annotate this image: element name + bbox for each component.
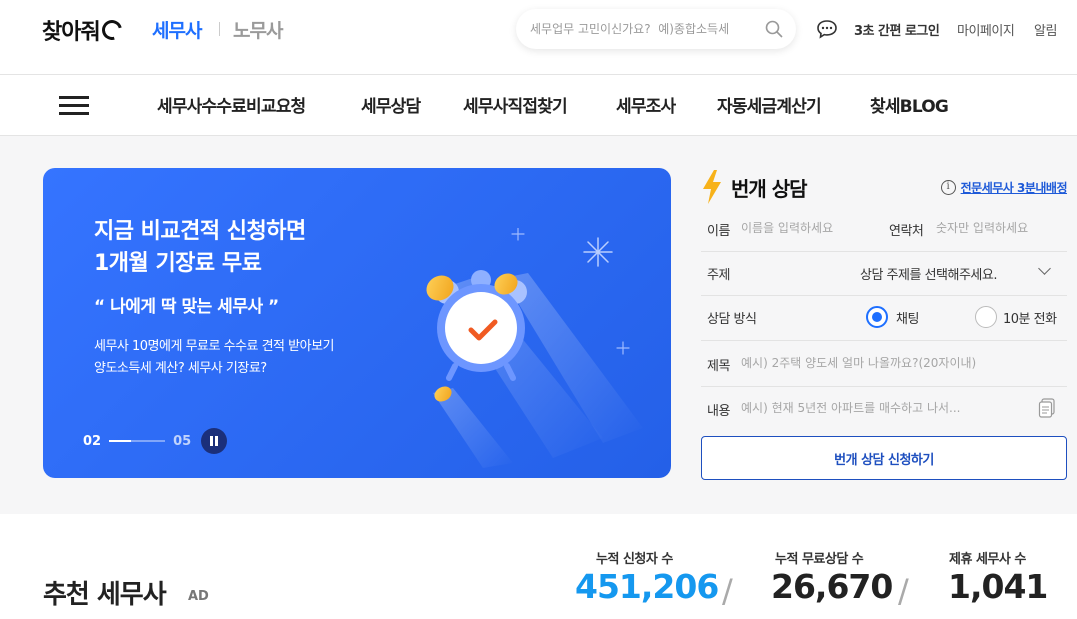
banner-desc-line2: 양도소득세 계산? 세무사 기장료?	[94, 361, 267, 376]
name-input[interactable]	[741, 218, 881, 238]
consult-info-label: 전문세무사 3분내배정	[960, 181, 1068, 195]
quick-login-link[interactable]: 3초 간편 로그인	[854, 20, 940, 39]
tab-labor-attorney[interactable]: 노무사	[233, 16, 283, 43]
banner-description: 세무사 10명에게 무료로 수수료 견적 받아보기 양도소득세 계산? 세무사 …	[94, 336, 334, 380]
header: 찾아줘 세무사 노무사 3초 간편 로그인 마이페이지 알림	[0, 0, 1077, 75]
consult-info-link[interactable]: i 전문세무사 3분내배정	[940, 179, 1068, 196]
method-label: 상담 방식	[707, 312, 757, 327]
contact-input[interactable]	[936, 218, 1061, 238]
stat-applicants-value: 451,206	[575, 567, 719, 606]
stat-consults-value: 26,670	[771, 567, 893, 606]
logo[interactable]: 찾아줘	[42, 14, 126, 46]
nav-item-fee-compare[interactable]: 세무사수수료비교요청	[157, 92, 306, 117]
banner-title-line2: 1개월 기장료 무료	[94, 251, 262, 276]
main-nav: 세무사수수료비교요청 세무상담 세무사직접찾기 세무조사 자동세금계산기 찾세B…	[0, 75, 1077, 136]
topic-label: 주제	[707, 268, 730, 283]
chevron-down-icon	[1038, 262, 1051, 275]
stat-consults-label: 누적 무료상담 수	[775, 552, 864, 567]
radio-phone-label: 10분 전화	[1003, 312, 1057, 327]
content-input[interactable]	[741, 398, 1021, 418]
alarm-clock-illustration	[426, 228, 643, 468]
subject-row: 제목	[701, 353, 1067, 387]
alarm-link[interactable]: 알림	[1034, 20, 1057, 39]
radio-phone[interactable]	[975, 306, 997, 328]
banner-pager: 02 05	[83, 428, 228, 454]
tab-tax-accountant[interactable]: 세무사	[152, 16, 202, 43]
pager-progress-bar	[109, 440, 166, 442]
banner-quote: “ 나에게 딱 맞는 세무사 ”	[94, 297, 279, 317]
nav-item-find-accountant[interactable]: 세무사직접찾기	[463, 92, 568, 117]
logo-text: 찾아줘	[42, 20, 101, 45]
subject-input[interactable]	[741, 353, 1061, 373]
consult-header: 번개 상담 i 전문세무사 3분내배정	[701, 168, 1068, 206]
radio-chat-label: 채팅	[896, 312, 919, 327]
promo-banner[interactable]: 지금 비교견적 신청하면 1개월 기장료 무료 “ 나에게 딱 맞는 세무사 ”…	[43, 168, 671, 478]
consult-title: 번개 상담	[731, 177, 808, 201]
chat-bubble-icon[interactable]	[816, 19, 838, 39]
stat-separator: /	[898, 572, 909, 610]
menu-icon[interactable]	[59, 96, 89, 116]
nav-item-tax-consult[interactable]: 세무상담	[361, 92, 421, 117]
nav-item-tax-audit[interactable]: 세무조사	[616, 92, 676, 117]
nav-item-blog[interactable]: 찾세BLOG	[870, 92, 949, 117]
pager-current: 02	[83, 433, 102, 449]
quick-consult-panel: 번개 상담 i 전문세무사 3분내배정 이름 연락처 주제 상담 주제를 선택해…	[701, 168, 1068, 483]
stat-separator: /	[722, 572, 733, 610]
content-label: 내용	[707, 404, 730, 419]
recommend-title: 추천 세무사	[43, 580, 167, 610]
pause-button[interactable]	[201, 428, 228, 454]
method-row: 상담 방식 채팅 10분 전화	[701, 306, 1067, 341]
brand-divider	[219, 22, 220, 36]
info-icon: i	[940, 180, 956, 195]
search-input[interactable]	[530, 19, 756, 39]
content-row: 내용	[701, 398, 1067, 430]
mypage-link[interactable]: 마이페이지	[957, 20, 1015, 39]
consult-submit-button[interactable]: 번개 상담 신청하기	[701, 436, 1067, 480]
logo-magnifier-icon	[98, 16, 126, 44]
banner-desc-line1: 세무사 10명에게 무료로 수수료 견적 받아보기	[94, 339, 334, 354]
stat-partners-value: 1,041	[948, 567, 1048, 606]
search-icon[interactable]	[764, 19, 784, 39]
document-icon[interactable]	[1038, 398, 1056, 418]
lightning-icon	[703, 170, 721, 204]
subject-label: 제목	[707, 359, 730, 374]
stat-partners-label: 제휴 세무사 수	[949, 552, 1026, 567]
stat-applicants-label: 누적 신청자 수	[596, 552, 673, 567]
radio-chat[interactable]	[866, 306, 888, 328]
topic-row[interactable]: 주제 상담 주제를 선택해주세요.	[701, 262, 1067, 296]
name-label: 이름	[707, 224, 730, 239]
pager-progress-fill	[109, 440, 132, 442]
banner-title-line1: 지금 비교견적 신청하면	[94, 219, 306, 244]
ad-badge: AD	[188, 589, 209, 604]
search-box	[516, 9, 796, 49]
recommend-section: 추천 세무사 AD 누적 신청자 수 451,206 / 누적 무료상담 수 2…	[0, 514, 1077, 619]
contact-label: 연락처	[889, 224, 924, 239]
pager-total: 05	[173, 433, 192, 449]
banner-title: 지금 비교견적 신청하면 1개월 기장료 무료	[94, 216, 306, 280]
nav-item-tax-calculator[interactable]: 자동세금계산기	[717, 92, 822, 117]
topic-select[interactable]: 상담 주제를 선택해주세요.	[860, 264, 997, 283]
name-contact-row: 이름 연락처	[701, 218, 1067, 252]
